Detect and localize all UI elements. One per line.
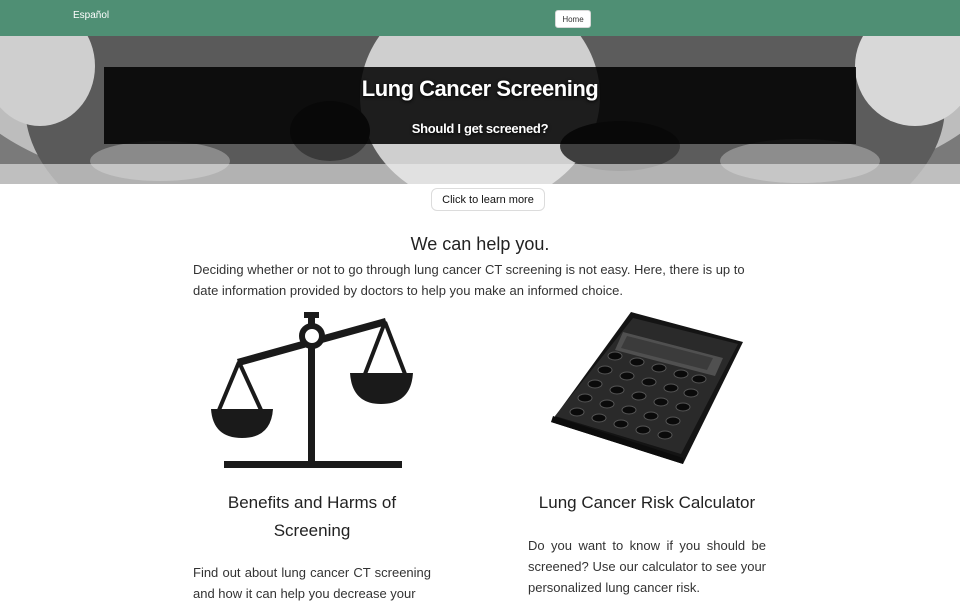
language-link[interactable]: Español xyxy=(73,10,109,21)
hero-subtitle: Should I get screened? xyxy=(411,121,549,136)
card-text-benefits-harms: Find out about lung cancer CT screening … xyxy=(193,565,431,601)
intro-text: Deciding whether or not to go through lu… xyxy=(193,262,745,298)
calculator-icon[interactable] xyxy=(545,312,750,472)
card-text-risk-calculator: Do you want to know if you should be scr… xyxy=(528,538,766,595)
hero-title: Lung Cancer Screening xyxy=(361,76,599,101)
card-title-risk-calculator[interactable]: Lung Cancer Risk Calculator xyxy=(516,489,778,517)
navbar: Español Home xyxy=(0,0,960,36)
intro-heading: We can help you. xyxy=(410,234,550,254)
learn-more-button[interactable]: Click to learn more xyxy=(431,188,545,211)
hero-banner: Lung Cancer Screening Should I get scree… xyxy=(0,36,960,184)
home-button[interactable]: Home xyxy=(555,10,591,28)
card-title-benefits-harms[interactable]: Benefits and Harms of Screening xyxy=(193,489,431,545)
scale-icon[interactable] xyxy=(205,312,420,472)
